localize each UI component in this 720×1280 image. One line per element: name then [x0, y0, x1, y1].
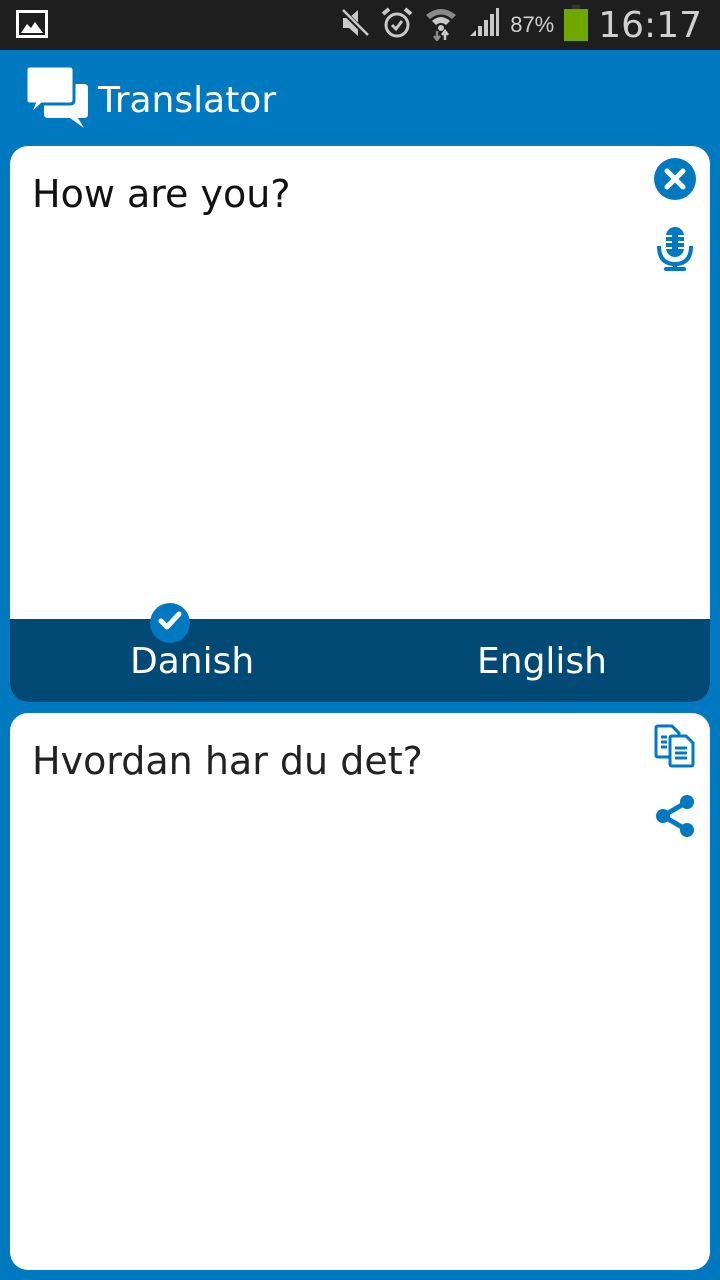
mute-icon — [340, 7, 370, 44]
battery-icon — [564, 4, 589, 46]
image-notification-icon — [16, 10, 48, 43]
signal-icon — [468, 7, 500, 43]
check-icon — [158, 611, 182, 636]
translated-text: Hvordan har du det? — [32, 739, 423, 783]
target-language-button[interactable]: English — [477, 641, 607, 682]
clear-button[interactable] — [652, 157, 698, 205]
share-icon — [654, 794, 696, 843]
status-bar: 87% 16:17 — [0, 0, 720, 50]
wifi-icon — [424, 5, 458, 46]
source-language-button[interactable]: Danish — [130, 641, 254, 682]
copy-button[interactable] — [652, 724, 698, 773]
share-button[interactable] — [652, 794, 698, 843]
language-bar: Danish English — [10, 619, 710, 702]
alarm-icon — [380, 6, 414, 45]
close-circle-icon — [654, 157, 696, 205]
selected-language-badge — [150, 603, 190, 643]
result-panel: Hvordan har du det? — [10, 713, 710, 1270]
copy-icon — [654, 724, 696, 773]
battery-percent: 87% — [510, 12, 555, 37]
microphone-button[interactable] — [652, 226, 698, 277]
microphone-icon — [655, 226, 695, 277]
app-title: Translator — [98, 80, 277, 121]
chat-bubbles-icon — [24, 64, 88, 135]
source-panel: How are you? Danish English — [10, 146, 710, 702]
source-text-input[interactable]: How are you? — [32, 172, 291, 216]
app-bar: Translator — [0, 50, 720, 146]
clock: 16:17 — [598, 4, 702, 46]
